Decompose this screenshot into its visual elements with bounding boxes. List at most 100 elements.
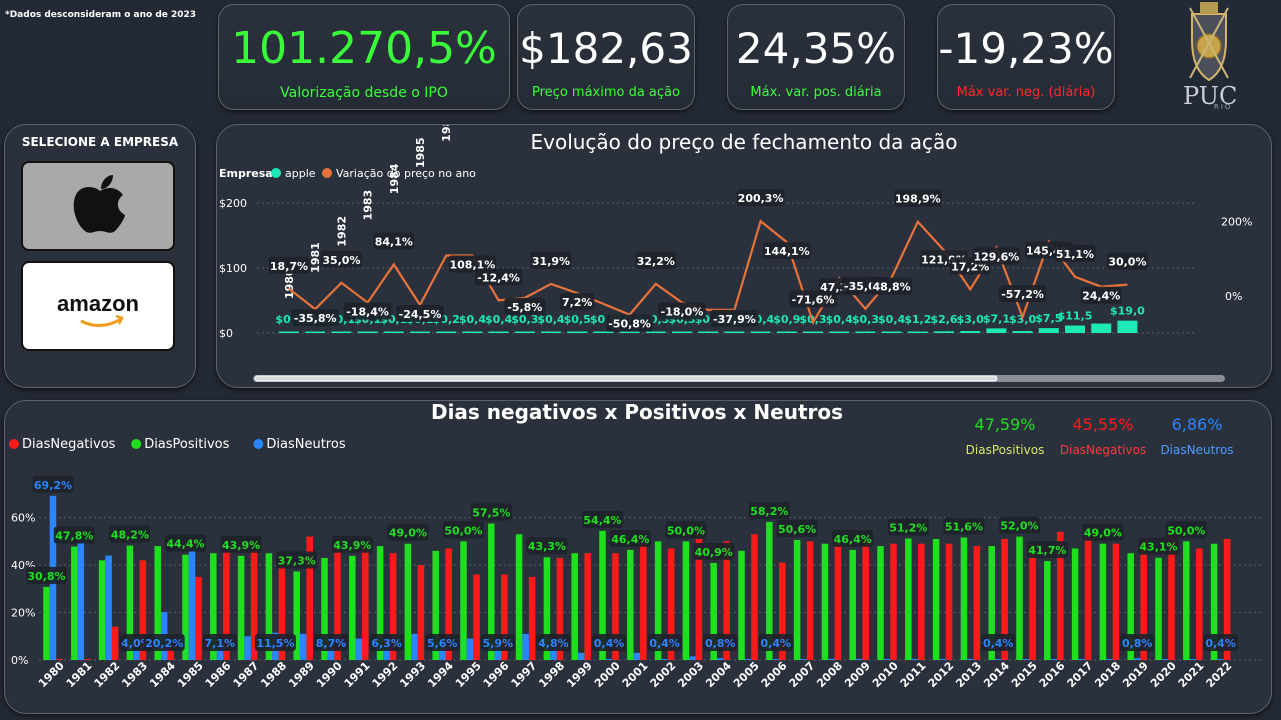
days-data-label: 50,0%: [667, 524, 705, 537]
days-data-label: 69,2%: [34, 479, 72, 492]
price-chart-panel: Evolução do preço de fechamento da ação E…: [216, 0, 1272, 388]
days-bar-diasnegativos: [973, 546, 981, 660]
price-y-tick-label: $100: [219, 262, 247, 275]
variation-data-label: -71,6%: [792, 293, 835, 306]
days-bar-diasneutros: [716, 658, 724, 660]
days-x-tick-label: 2003: [675, 659, 706, 690]
days-bar-diasneutros: [744, 659, 752, 660]
days-x-tick-label: 2018: [1092, 659, 1123, 690]
days-bar-diaspositivos: [571, 553, 578, 660]
days-data-label: 43,1%: [1139, 541, 1177, 554]
days-bar-diasnegativos: [473, 574, 480, 660]
days-y-tick-label: 20%: [11, 607, 35, 620]
price-bar-label: $3,0: [957, 313, 984, 326]
footnote: *Dados desconsideram o ano de 2023: [5, 10, 197, 20]
variation-data-label: 200,3%: [738, 192, 784, 205]
price-bar: [1038, 328, 1059, 333]
variation-data-label: 18,7%: [270, 260, 308, 273]
days-legend-marker: [253, 439, 264, 449]
price-bar: [855, 331, 876, 333]
days-summary-value: 6,86%: [1172, 415, 1223, 434]
days-bar-diasneutros: [911, 659, 919, 660]
days-bar-diasneutros: [77, 541, 85, 660]
days-x-tick-label: 1988: [258, 659, 289, 690]
days-bar-diaspositivos: [237, 555, 245, 660]
days-legend-label: DiasNeutros: [266, 437, 345, 452]
price-bar: [1117, 320, 1138, 333]
price-bar-label: $7,1: [983, 312, 1010, 325]
variation-data-label: 144,1%: [764, 245, 810, 258]
days-data-label: 54,4%: [583, 514, 621, 527]
days-bar-diasneutros: [1161, 659, 1169, 660]
days-y-tick-label: 0%: [11, 654, 28, 667]
days-bar-diasneutros: [800, 659, 807, 660]
company-button-apple[interactable]: apple: [21, 161, 175, 251]
days-bar-diasnegativos: [890, 543, 897, 660]
days-data-label: 30,8%: [27, 570, 65, 583]
days-x-tick-label: 1986: [203, 659, 234, 690]
days-data-label: 0,4%: [983, 637, 1014, 650]
kpi-max-price-label: Preço máximo da ação: [532, 85, 680, 100]
puc-logo-subtext: RIO: [1214, 103, 1233, 111]
days-bar-diaspositivos: [849, 549, 856, 660]
days-legend-marker: [131, 439, 142, 449]
days-data-label: 0,4%: [761, 637, 792, 650]
days-data-label: 41,7%: [1028, 544, 1066, 557]
price-x-tick-label: 1981: [309, 242, 322, 273]
days-bar-diasneutros: [466, 638, 474, 660]
days-data-label: 58,2%: [750, 505, 788, 518]
days-bar-diaspositivos: [1099, 543, 1107, 660]
days-x-tick-label: 1996: [481, 659, 512, 690]
days-data-label: 49,0%: [389, 527, 427, 540]
variation-data-label: -57,2%: [1001, 288, 1044, 301]
days-data-label: 48,2%: [111, 529, 149, 542]
variation-data-label: -18,0%: [661, 305, 704, 318]
days-data-label: 0,8%: [705, 637, 736, 650]
days-bar-diasnegativos: [1029, 548, 1036, 660]
price-bar: [1091, 323, 1112, 333]
price-scrollbar-thumb[interactable]: [254, 375, 998, 382]
days-data-label: 51,2%: [889, 521, 927, 534]
price-legend-apple: apple: [285, 167, 316, 180]
price-bar: [593, 331, 614, 333]
days-x-tick-label: 2011: [898, 659, 929, 690]
variation-data-label: -5,8%: [507, 301, 542, 314]
days-bar-diasnegativos: [195, 576, 202, 660]
days-bar-diasnegativos: [751, 534, 758, 660]
days-bar-diasneutros: [133, 650, 140, 660]
price-bar: [436, 331, 457, 333]
days-bar-diaspositivos: [71, 546, 78, 660]
days-x-tick-label: 1983: [119, 659, 150, 690]
days-bar-diasnegativos: [528, 576, 536, 660]
days-data-label: 11,5%: [256, 637, 294, 650]
variation-data-label: -37,9%: [713, 313, 756, 326]
days-x-tick-label: 2004: [703, 659, 734, 690]
price-bar-label: $2,6: [930, 313, 957, 326]
days-data-label: 43,9%: [222, 539, 260, 552]
price-legend-variation-marker: [322, 168, 332, 178]
days-data-label: 0,4%: [594, 637, 625, 650]
days-x-tick-label: 1984: [147, 659, 178, 690]
days-x-tick-label: 2020: [1148, 659, 1179, 690]
days-x-tick-label: 2022: [1204, 659, 1235, 690]
variation-data-label: -50,8%: [608, 318, 651, 331]
days-bar-diaspositivos: [960, 537, 968, 660]
days-bar-diasneutros: [299, 633, 307, 660]
days-bar-diasnegativos: [1196, 548, 1203, 660]
days-x-tick-label: 2008: [814, 659, 845, 690]
price-evolution-chart: Evolução do preço de fechamento da ação E…: [219, 0, 1252, 382]
price-bar: [750, 331, 771, 333]
price-bar: [567, 331, 588, 333]
days-data-label: 7,1%: [205, 637, 236, 650]
kpi-max-pos-var-label: Máx. var. pos. diária: [750, 85, 882, 100]
puc-rio-logo: PUC RIO: [1170, 0, 1248, 112]
price-bar-label: $11,5: [1058, 310, 1093, 323]
days-summary-label: DiasPositivos: [966, 443, 1045, 457]
days-x-tick-label: 2012: [926, 659, 957, 690]
days-bar-diaspositivos: [1016, 536, 1023, 660]
days-x-tick-label: 1994: [425, 659, 456, 690]
days-data-label: 8,7%: [316, 637, 347, 650]
days-bar-diasnegativos: [945, 543, 953, 660]
variation-data-label: 24,4%: [1082, 290, 1120, 303]
company-button-amazon[interactable]: amazon: [21, 261, 175, 351]
